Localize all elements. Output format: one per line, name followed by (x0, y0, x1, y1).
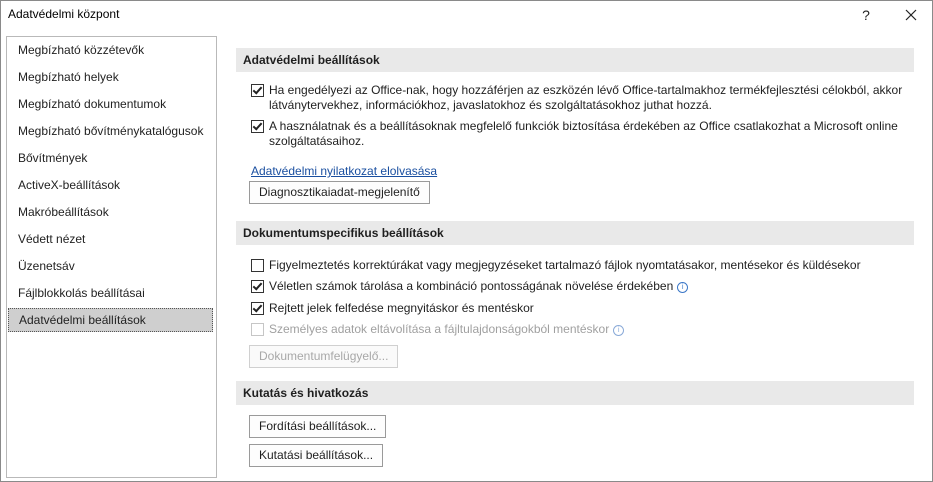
privacy-statement-link[interactable]: Adatvédelmi nyilatkozat elolvasása (251, 164, 437, 178)
sidebar-item-privacy-options[interactable]: Adatvédelmi beállítások (8, 308, 213, 332)
info-icon[interactable]: i (677, 282, 689, 293)
checkbox-label[interactable]: A használatnak és a beállításoknak megfe… (269, 119, 909, 149)
checkbox-label[interactable]: Figyelmeztetés korrektúrákat vagy megjeg… (269, 258, 909, 273)
sidebar-item-message-bar[interactable]: Üzenetsáv (7, 254, 214, 278)
title-bar: Adatvédelmi központ ? (1, 1, 932, 29)
sidebar-item-activex[interactable]: ActiveX-beállítások (7, 173, 214, 197)
checkbox[interactable] (251, 280, 264, 293)
document-option-remove-personal-info: Személyes adatok eltávolítása a fájltula… (251, 322, 911, 337)
sidebar-item-trusted-publishers[interactable]: Megbízható közzétevők (7, 38, 214, 62)
diagnostic-data-viewer-button[interactable]: Diagnosztikaiadat-megjelenítő (249, 181, 430, 204)
checkbox-label-wrap: Személyes adatok eltávolítása a fájltula… (269, 322, 909, 337)
document-option-random-numbers: Véletlen számok tárolása a kombináció po… (251, 279, 911, 294)
checkbox-label[interactable]: Rejtett jelek felfedése megnyitáskor és … (269, 301, 909, 316)
checkbox[interactable] (251, 84, 264, 97)
checkbox[interactable] (251, 120, 264, 133)
close-button[interactable] (897, 4, 925, 26)
checkbox-label[interactable]: Véletlen számok tárolása a kombináció po… (269, 279, 673, 293)
translation-options-button[interactable]: Fordítási beállítások... (249, 415, 387, 438)
sidebar-item-trusted-addin-catalogs[interactable]: Megbízható bővítménykatalógusok (7, 119, 214, 143)
window-title: Adatvédelmi központ (8, 7, 120, 21)
sidebar-item-macros[interactable]: Makróbeállítások (7, 200, 214, 224)
checkbox-label-wrap: Véletlen számok tárolása a kombináció po… (269, 279, 909, 294)
document-inspector-button: Dokumentumfelügyelő... (249, 345, 399, 368)
help-button[interactable]: ? (852, 4, 880, 26)
checkbox-label: Személyes adatok eltávolítása a fájltula… (269, 322, 610, 336)
sidebar-item-addins[interactable]: Bővítmények (7, 146, 214, 170)
research-section-header: Kutatás és hivatkozás (236, 381, 914, 405)
trust-center-dialog: Adatvédelmi központ ? Megbízható közzéte… (0, 0, 933, 482)
sidebar-item-protected-view[interactable]: Védett nézet (7, 227, 214, 251)
document-option-warn-tracked-changes: Figyelmeztetés korrektúrákat vagy megjeg… (251, 258, 911, 273)
document-option-hidden-markup: Rejtett jelek felfedése megnyitáskor és … (251, 301, 911, 316)
privacy-section-header: Adatvédelmi beállítások (236, 48, 914, 72)
close-icon (905, 9, 917, 21)
document-section-header: Dokumentumspecifikus beállítások (236, 221, 914, 245)
privacy-option-content-access: Ha engedélyezi az Office-nak, hogy hozzá… (251, 83, 911, 113)
privacy-option-online-services: A használatnak és a beállításoknak megfe… (251, 119, 911, 149)
sidebar-item-trusted-documents[interactable]: Megbízható dokumentumok (7, 92, 214, 116)
checkbox[interactable] (251, 259, 264, 272)
sidebar-item-file-block[interactable]: Fájlblokkolás beállításai (7, 281, 214, 305)
research-options-button[interactable]: Kutatási beállítások... (249, 444, 384, 467)
sidebar-item-trusted-locations[interactable]: Megbízható helyek (7, 65, 214, 89)
checkbox (251, 323, 264, 336)
sidebar: Megbízható közzétevők Megbízható helyek … (6, 36, 217, 478)
checkbox[interactable] (251, 302, 264, 315)
info-icon[interactable]: i (613, 325, 625, 336)
checkbox-label[interactable]: Ha engedélyezi az Office-nak, hogy hozzá… (269, 83, 909, 113)
